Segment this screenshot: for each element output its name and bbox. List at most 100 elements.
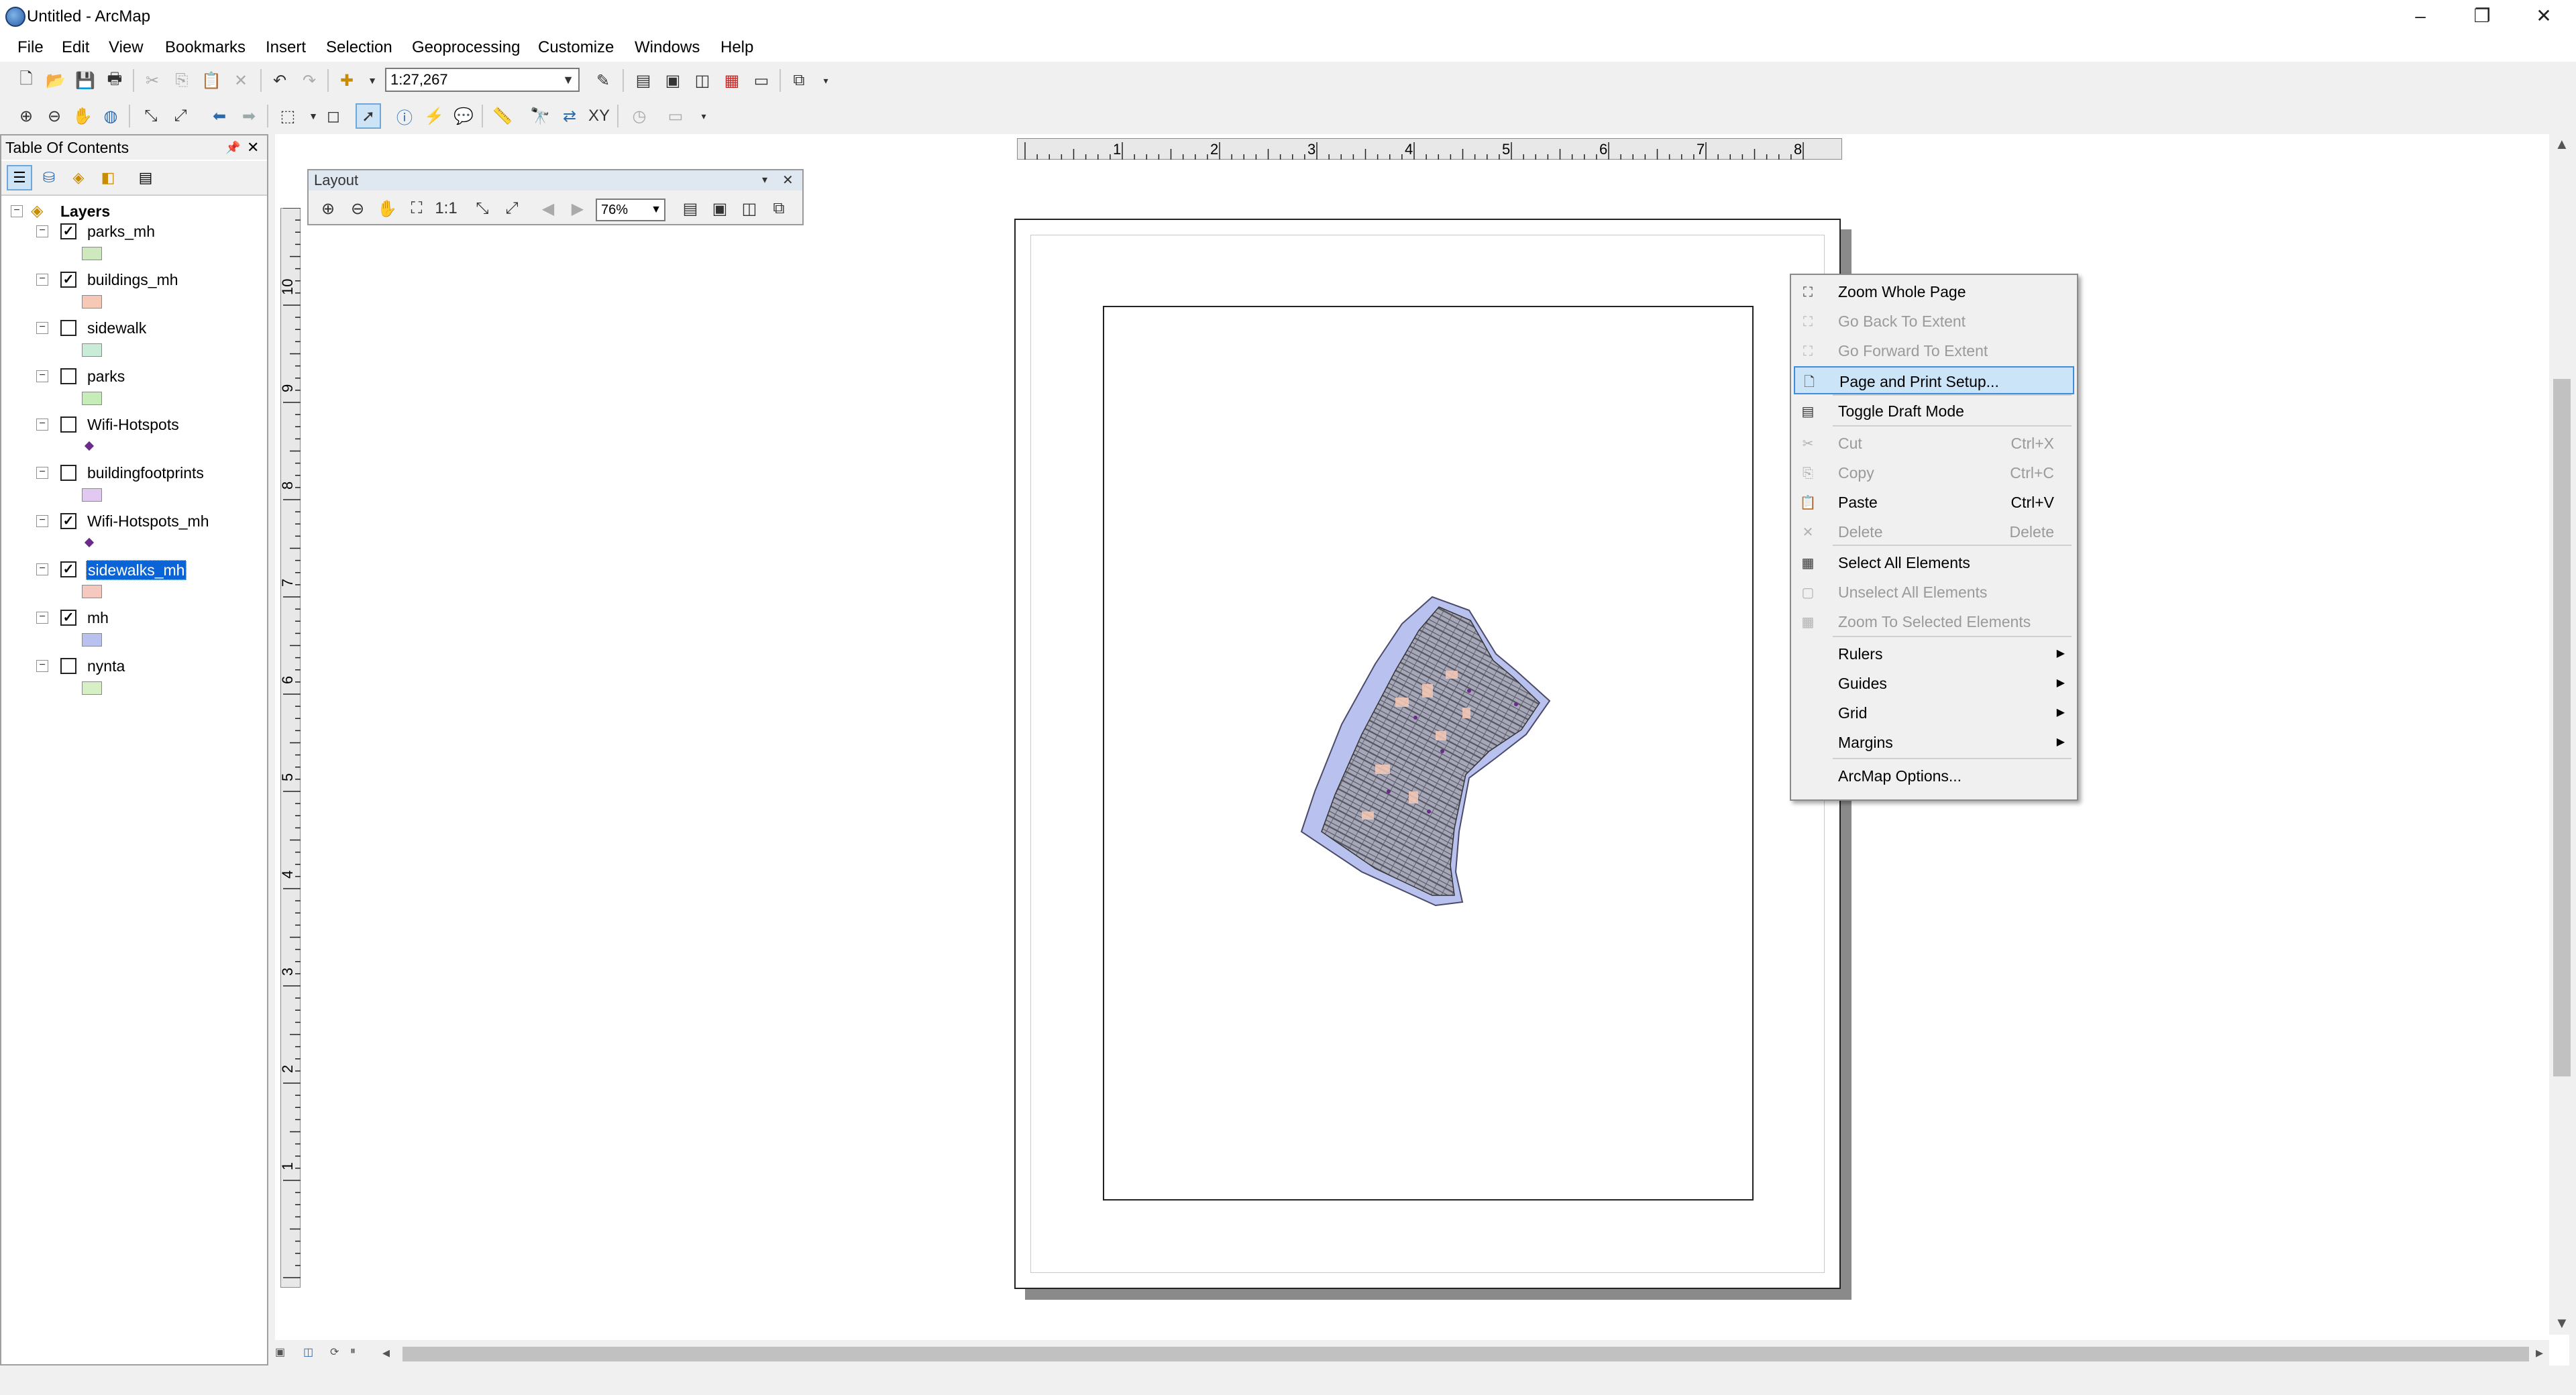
polygon-symbol-swatch[interactable] xyxy=(82,247,102,260)
layer-visibility-checkbox[interactable] xyxy=(60,416,76,433)
close-button[interactable]: ✕ xyxy=(2513,0,2575,34)
menu-item-cut[interactable]: ✂ Cut Ctrl+X xyxy=(1794,429,2074,457)
polygon-symbol-swatch[interactable] xyxy=(82,633,102,647)
scroll-left-icon[interactable]: ◂ xyxy=(382,1344,390,1361)
layer-name[interactable]: sidewalk xyxy=(86,319,148,337)
html-popup-icon[interactable]: 💬 xyxy=(451,103,476,129)
chevron-down-icon[interactable]: ▼ xyxy=(651,200,661,220)
refresh-icon[interactable]: ⟳ xyxy=(330,1345,339,1359)
menu-item-unselect-all-elements[interactable]: ▢ Unselect All Elements xyxy=(1794,578,2074,606)
layer-row[interactable]: − parks xyxy=(1,365,267,388)
new-document-icon[interactable]: 🗋 xyxy=(13,68,39,93)
undo-icon[interactable]: ↶ xyxy=(267,68,292,93)
toolbar-options-icon[interactable]: ▾ xyxy=(813,68,839,93)
layer-visibility-checkbox[interactable]: ✓ xyxy=(60,223,76,239)
zoom-out-icon[interactable]: ⊖ xyxy=(345,196,370,221)
data-view-icon[interactable]: ▣ xyxy=(275,1345,285,1359)
toc-options-icon[interactable]: ▤ xyxy=(133,165,158,190)
list-by-source-icon[interactable]: ⛁ xyxy=(36,165,62,190)
layer-name[interactable]: buildingfootprints xyxy=(86,463,205,482)
zoom-in-icon[interactable]: ⊕ xyxy=(13,103,39,129)
layer-name[interactable]: parks xyxy=(86,367,126,386)
arctoolbox-icon[interactable]: ▦ xyxy=(719,68,745,93)
collapse-icon[interactable]: − xyxy=(36,660,48,672)
pin-icon[interactable]: 📌 xyxy=(225,135,240,160)
find-route-icon[interactable]: ⇄ xyxy=(557,103,582,129)
layer-row[interactable]: − nynta xyxy=(1,655,267,677)
open-icon[interactable]: 📂 xyxy=(43,68,68,93)
polygon-symbol-swatch[interactable] xyxy=(82,681,102,695)
layout-view-icon[interactable]: ◫ xyxy=(303,1345,313,1359)
restore-button[interactable]: ❐ xyxy=(2451,0,2513,34)
menu-item-arcmap-options[interactable]: ArcMap Options... xyxy=(1794,762,2074,790)
scroll-down-icon[interactable]: ▼ xyxy=(2555,1315,2569,1332)
go-back-extent-icon[interactable]: ⬅ xyxy=(207,103,232,129)
layout-zoom-combo[interactable]: 76% ▼ xyxy=(596,199,665,221)
collapse-icon[interactable]: − xyxy=(36,515,48,527)
editor-toolbar-icon[interactable]: ✎ xyxy=(590,68,616,93)
menu-bookmarks[interactable]: Bookmarks xyxy=(162,34,248,62)
collapse-icon[interactable]: − xyxy=(36,612,48,624)
fixed-zoom-in-icon[interactable]: ⤡ xyxy=(138,103,164,129)
layer-row[interactable]: − ✓ Wifi-Hotspots_mh xyxy=(1,510,267,533)
polygon-symbol-swatch[interactable] xyxy=(82,585,102,598)
menu-item-zoom-to-selected-elements[interactable]: ▦ Zoom To Selected Elements xyxy=(1794,608,2074,636)
menu-item-toggle-draft-mode[interactable]: ▤ Toggle Draft Mode xyxy=(1794,397,2074,425)
collapse-icon[interactable]: − xyxy=(36,563,48,575)
layer-visibility-checkbox[interactable] xyxy=(60,368,76,384)
point-symbol-icon[interactable] xyxy=(84,537,95,548)
point-symbol-icon[interactable] xyxy=(84,441,95,451)
menu-view[interactable]: View xyxy=(106,34,146,62)
layer-row[interactable]: − Wifi-Hotspots xyxy=(1,413,267,436)
catalog-icon[interactable]: ▣ xyxy=(660,68,686,93)
collapse-icon[interactable]: − xyxy=(36,370,48,382)
chevron-down-icon[interactable]: ▼ xyxy=(562,69,574,91)
fixed-zoom-in-icon[interactable]: ⤡ xyxy=(470,196,495,221)
collapse-icon[interactable]: − xyxy=(36,225,48,237)
layer-row[interactable]: − sidewalk xyxy=(1,317,267,339)
redo-icon[interactable]: ↷ xyxy=(297,68,322,93)
toggle-draft-icon[interactable]: ▤ xyxy=(678,196,703,221)
toolbar-options-icon-2[interactable]: ▾ xyxy=(691,103,716,129)
menu-item-margins[interactable]: Margins ▶ xyxy=(1794,728,2074,757)
zoom-out-icon[interactable]: ⊖ xyxy=(42,103,67,129)
collapse-icon[interactable]: − xyxy=(36,418,48,431)
layer-name[interactable]: Wifi-Hotspots xyxy=(86,415,180,434)
scroll-up-icon[interactable]: ▲ xyxy=(2555,135,2569,153)
vertical-scroll-thumb[interactable] xyxy=(2553,379,2571,1076)
menu-item-copy[interactable]: ⎘ Copy Ctrl+C xyxy=(1794,459,2074,487)
go-forward-extent-icon[interactable]: ▶ xyxy=(565,196,590,221)
layer-visibility-checkbox[interactable]: ✓ xyxy=(60,561,76,577)
python-window-icon[interactable]: ▭ xyxy=(749,68,774,93)
menu-windows[interactable]: Windows xyxy=(632,34,702,62)
list-by-visibility-icon[interactable]: ◈ xyxy=(66,165,91,190)
save-icon[interactable]: 💾 xyxy=(72,68,98,93)
collapse-icon[interactable]: − xyxy=(36,274,48,286)
data-driven-pages-icon[interactable]: ⧉ xyxy=(766,196,792,221)
horizontal-scroll-thumb[interactable] xyxy=(402,1347,2529,1361)
layer-name[interactable]: parks_mh xyxy=(86,222,156,241)
menu-item-go-back-to-extent[interactable]: ⛶ Go Back To Extent xyxy=(1794,307,2074,335)
menu-item-delete[interactable]: ✕ Delete Delete xyxy=(1794,518,2074,546)
focus-data-frame-icon[interactable]: ▣ xyxy=(707,196,733,221)
horizontal-scrollbar[interactable]: ▣ ◫ ⟳ ⏸ ◂ ▸ xyxy=(275,1340,2549,1367)
menu-edit[interactable]: Edit xyxy=(59,34,92,62)
menu-item-zoom-whole-page[interactable]: ⛶ Zoom Whole Page xyxy=(1794,278,2074,306)
menu-selection[interactable]: Selection xyxy=(323,34,395,62)
layout-toolbar-close-icon[interactable]: ✕ xyxy=(782,170,794,190)
list-by-drawing-order-icon[interactable]: ☰ xyxy=(7,165,32,190)
menu-insert[interactable]: Insert xyxy=(263,34,309,62)
model-builder-icon[interactable]: ⧉ xyxy=(786,68,812,93)
menu-item-page-and-print-setup[interactable]: 🗋 Page and Print Setup... xyxy=(1794,366,2074,394)
paste-icon[interactable]: 📋 xyxy=(199,68,224,93)
find-icon[interactable]: 🔭 xyxy=(527,103,553,129)
fixed-zoom-out-icon[interactable]: ⤢ xyxy=(499,196,525,221)
map-features[interactable] xyxy=(1295,590,1556,912)
zoom-whole-page-icon[interactable]: ⛶ xyxy=(404,196,429,221)
layer-name[interactable]: mh xyxy=(86,608,110,627)
go-forward-extent-icon[interactable]: ➡ xyxy=(236,103,262,129)
map-scale-input[interactable]: 1:27,267 ▼ xyxy=(385,68,580,92)
layer-name[interactable]: sidewalks_mh xyxy=(86,560,187,580)
menu-file[interactable]: File xyxy=(15,34,46,62)
pause-drawing-icon[interactable]: ⏸ xyxy=(350,1345,356,1357)
